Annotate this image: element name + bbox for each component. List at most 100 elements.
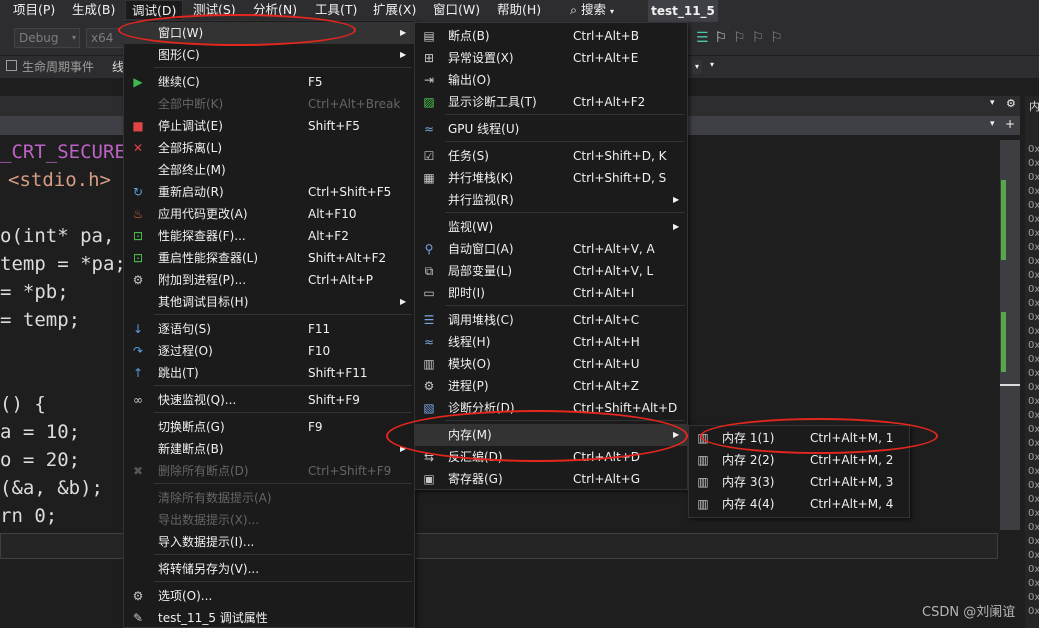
debug-menu-item-label: 导入数据提示(I)... bbox=[158, 535, 255, 549]
debug-menu-item[interactable]: ↻ 重新启动(R) Ctrl+Shift+F5 bbox=[124, 181, 414, 203]
debug-menu-item-label: 导出数据提示(X)... bbox=[158, 513, 260, 527]
code-line: o(int* pa, bbox=[0, 225, 115, 247]
address-row: 0x bbox=[1028, 452, 1039, 463]
debug-menu-item[interactable]: ✕ 全部拆离(L) bbox=[124, 137, 414, 159]
window-menu-item[interactable]: ▣ 寄存器(G) Ctrl+Alt+G bbox=[415, 468, 687, 490]
debug-menu-item[interactable]: ⚙ 附加到进程(P)... Ctrl+Alt+P bbox=[124, 269, 414, 291]
debug-menu-item[interactable]: 清除所有数据提示(A) bbox=[124, 487, 414, 509]
search-box[interactable]: ⌕ 搜索 ▾ bbox=[570, 0, 614, 20]
gear-icon[interactable]: ⚙ bbox=[1006, 97, 1016, 110]
window-menu-item[interactable]: ⊞ 异常设置(X) Ctrl+Alt+E bbox=[415, 47, 687, 69]
debug-menu-item-label: 选项(O)... bbox=[158, 589, 213, 603]
code-line: a = 10; bbox=[0, 421, 81, 443]
window-menu-item[interactable]: ≈ GPU 线程(U) bbox=[415, 118, 687, 140]
chevron-down-icon[interactable]: ▾ bbox=[692, 60, 702, 74]
debug-menu-item[interactable]: 导入数据提示(I)... bbox=[124, 531, 414, 553]
comment-icon[interactable]: ☰ bbox=[696, 30, 715, 46]
window-menu-item[interactable]: 监视(W) ▶ bbox=[415, 216, 687, 238]
window-menu-item[interactable]: ☰ 调用堆栈(C) Ctrl+Alt+C bbox=[415, 309, 687, 331]
debug-menu-item[interactable]: 图形(C) ▶ bbox=[124, 44, 414, 66]
window-menu-item[interactable]: ⧉ 局部变量(L) Ctrl+Alt+V, L bbox=[415, 260, 687, 282]
debug-menu-item[interactable]: ■ 停止调试(E) Shift+F5 bbox=[124, 115, 414, 137]
debug-menu-item[interactable]: 新建断点(B) ▶ bbox=[124, 438, 414, 460]
memory-menu-item[interactable]: ▥ 内存 2(2) Ctrl+Alt+M, 2 bbox=[689, 449, 909, 471]
window-menu-item[interactable]: ⇆ 反汇编(D) Ctrl+Alt+D bbox=[415, 446, 687, 468]
debug-menu-item[interactable]: 导出数据提示(X)... bbox=[124, 509, 414, 531]
window-menu-item-label: 进程(P) bbox=[448, 379, 489, 393]
debug-menu-item[interactable]: ⊡ 性能探查器(F)... Alt+F2 bbox=[124, 225, 414, 247]
window-menu-item[interactable]: ⚙ 进程(P) Ctrl+Alt+Z bbox=[415, 375, 687, 397]
debug-menu-item[interactable]: ∞ 快速监视(Q)... Shift+F9 bbox=[124, 389, 414, 411]
debug-menu-item-shortcut: Ctrl+Alt+P bbox=[308, 273, 373, 287]
dropdown-arrow-icon[interactable]: ▾ bbox=[710, 60, 714, 69]
chevron-down-icon[interactable]: ▾ bbox=[990, 119, 995, 129]
memory-menu-item-shortcut: Ctrl+Alt+M, 4 bbox=[810, 497, 894, 511]
debug-menu-item[interactable]: ✖ 删除所有断点(D) Ctrl+Shift+F9 bbox=[124, 460, 414, 482]
menu-analyze[interactable]: 分析(N) bbox=[253, 0, 297, 20]
address-row: 0x bbox=[1028, 438, 1039, 449]
address-row: 0x bbox=[1028, 592, 1039, 603]
diagnostic-analysis-icon: ▧ bbox=[423, 401, 435, 415]
menu-extensions[interactable]: 扩展(X) bbox=[373, 0, 416, 20]
debug-menu-item-shortcut: Ctrl+Shift+F5 bbox=[308, 185, 392, 199]
debug-menu-item[interactable]: 其他调试目标(H) ▶ bbox=[124, 291, 414, 313]
debug-menu-item[interactable]: ↷ 逐过程(O) F10 bbox=[124, 340, 414, 362]
menu-help[interactable]: 帮助(H) bbox=[497, 0, 541, 20]
platform-dropdown[interactable]: x64 bbox=[86, 28, 124, 48]
address-row: 0x bbox=[1028, 242, 1039, 253]
window-menu-item[interactable]: ▨ 显示诊断工具(T) Ctrl+Alt+F2 bbox=[415, 91, 687, 113]
debug-menu-item[interactable]: 窗口(W) ▶ bbox=[124, 22, 414, 44]
debug-menu-item[interactable]: ♨ 应用代码更改(A) Alt+F10 bbox=[124, 203, 414, 225]
debug-menu-item[interactable]: ⊡ 重启性能探查器(L) Shift+Alt+F2 bbox=[124, 247, 414, 269]
bookmark-clear-icon[interactable]: ⚐ bbox=[770, 30, 789, 46]
menu-window[interactable]: 窗口(W) bbox=[433, 0, 480, 20]
window-menu-item-label: 监视(W) bbox=[448, 220, 494, 234]
window-menu-item[interactable]: 并行监视(R) ▶ bbox=[415, 189, 687, 211]
tab-dropdown-icon[interactable]: ▾ bbox=[990, 98, 995, 108]
debug-menu-item-label: 全部拆离(L) bbox=[158, 141, 223, 155]
window-menu-item[interactable]: ⚲ 自动窗口(A) Ctrl+Alt+V, A bbox=[415, 238, 687, 260]
address-row: 0x bbox=[1028, 354, 1039, 365]
submenu-arrow-icon: ▶ bbox=[400, 297, 407, 306]
window-menu-item[interactable]: ▤ 断点(B) Ctrl+Alt+B bbox=[415, 25, 687, 47]
debug-menu-item-label: 重新启动(R) bbox=[158, 185, 224, 199]
scroll-position-marker bbox=[1000, 384, 1020, 386]
split-icon[interactable]: + bbox=[1005, 117, 1015, 131]
window-menu-item[interactable]: 内存(M) ▶ bbox=[415, 424, 687, 446]
bookmark-icon[interactable]: ⚐ bbox=[715, 30, 734, 46]
bookmark-prev-icon[interactable]: ⚐ bbox=[733, 30, 752, 46]
window-menu-item-label: 寄存器(G) bbox=[448, 472, 503, 486]
window-menu-item[interactable]: ▥ 模块(O) Ctrl+Alt+U bbox=[415, 353, 687, 375]
config-dropdown[interactable]: Debug ▾ bbox=[14, 28, 80, 48]
debug-menu-item[interactable]: 全部终止(M) bbox=[124, 159, 414, 181]
bookmark-next-icon[interactable]: ⚐ bbox=[752, 30, 771, 46]
window-menu-item[interactable]: ▦ 并行堆栈(K) Ctrl+Shift+D, S bbox=[415, 167, 687, 189]
window-menu-item[interactable]: ▭ 即时(I) Ctrl+Alt+I bbox=[415, 282, 687, 304]
debug-menu-item[interactable]: 全部中断(K) Ctrl+Alt+Break bbox=[124, 93, 414, 115]
window-menu-item[interactable]: ▧ 诊断分析(D) Ctrl+Shift+Alt+D bbox=[415, 397, 687, 419]
debug-menu-item[interactable]: 将转储另存为(V)... bbox=[124, 558, 414, 580]
search-icon: ⌕ bbox=[570, 2, 578, 17]
window-menu-item-label: 输出(O) bbox=[448, 73, 491, 87]
bookmark-icons[interactable]: ☰⚐⚐⚐⚐ bbox=[696, 30, 789, 46]
menu-separator bbox=[445, 420, 685, 421]
lifecycle-events-label[interactable]: 生命周期事件 bbox=[22, 56, 94, 78]
debug-menu-item[interactable]: ✎ test_11_5 调试属性 bbox=[124, 607, 414, 628]
menu-tools[interactable]: 工具(T) bbox=[315, 0, 357, 20]
window-menu-item[interactable]: ≈ 线程(H) Ctrl+Alt+H bbox=[415, 331, 687, 353]
menu-project[interactable]: 项目(P) bbox=[13, 0, 55, 20]
memory-menu-item[interactable]: ▥ 内存 1(1) Ctrl+Alt+M, 1 bbox=[689, 427, 909, 449]
window-menu-item[interactable]: ☑ 任务(S) Ctrl+Shift+D, K bbox=[415, 145, 687, 167]
menu-debug[interactable]: 调试(D) bbox=[125, 0, 184, 20]
debug-menu-item[interactable]: ⚙ 选项(O)... bbox=[124, 585, 414, 607]
menu-build[interactable]: 生成(B) bbox=[72, 0, 115, 20]
memory-menu-item[interactable]: ▥ 内存 3(3) Ctrl+Alt+M, 3 bbox=[689, 471, 909, 493]
debug-menu-item[interactable]: ▶ 继续(C) F5 bbox=[124, 71, 414, 93]
debug-menu-item[interactable]: ↓ 逐语句(S) F11 bbox=[124, 318, 414, 340]
debug-menu-item[interactable]: 切换断点(G) F9 bbox=[124, 416, 414, 438]
debug-menu-item[interactable]: ↑ 跳出(T) Shift+F11 bbox=[124, 362, 414, 384]
debug-menu-item-label: 附加到进程(P)... bbox=[158, 273, 247, 287]
window-menu-item[interactable]: ⇥ 输出(O) bbox=[415, 69, 687, 91]
menu-test[interactable]: 测试(S) bbox=[193, 0, 236, 20]
memory-menu-item[interactable]: ▥ 内存 4(4) Ctrl+Alt+M, 4 bbox=[689, 493, 909, 515]
